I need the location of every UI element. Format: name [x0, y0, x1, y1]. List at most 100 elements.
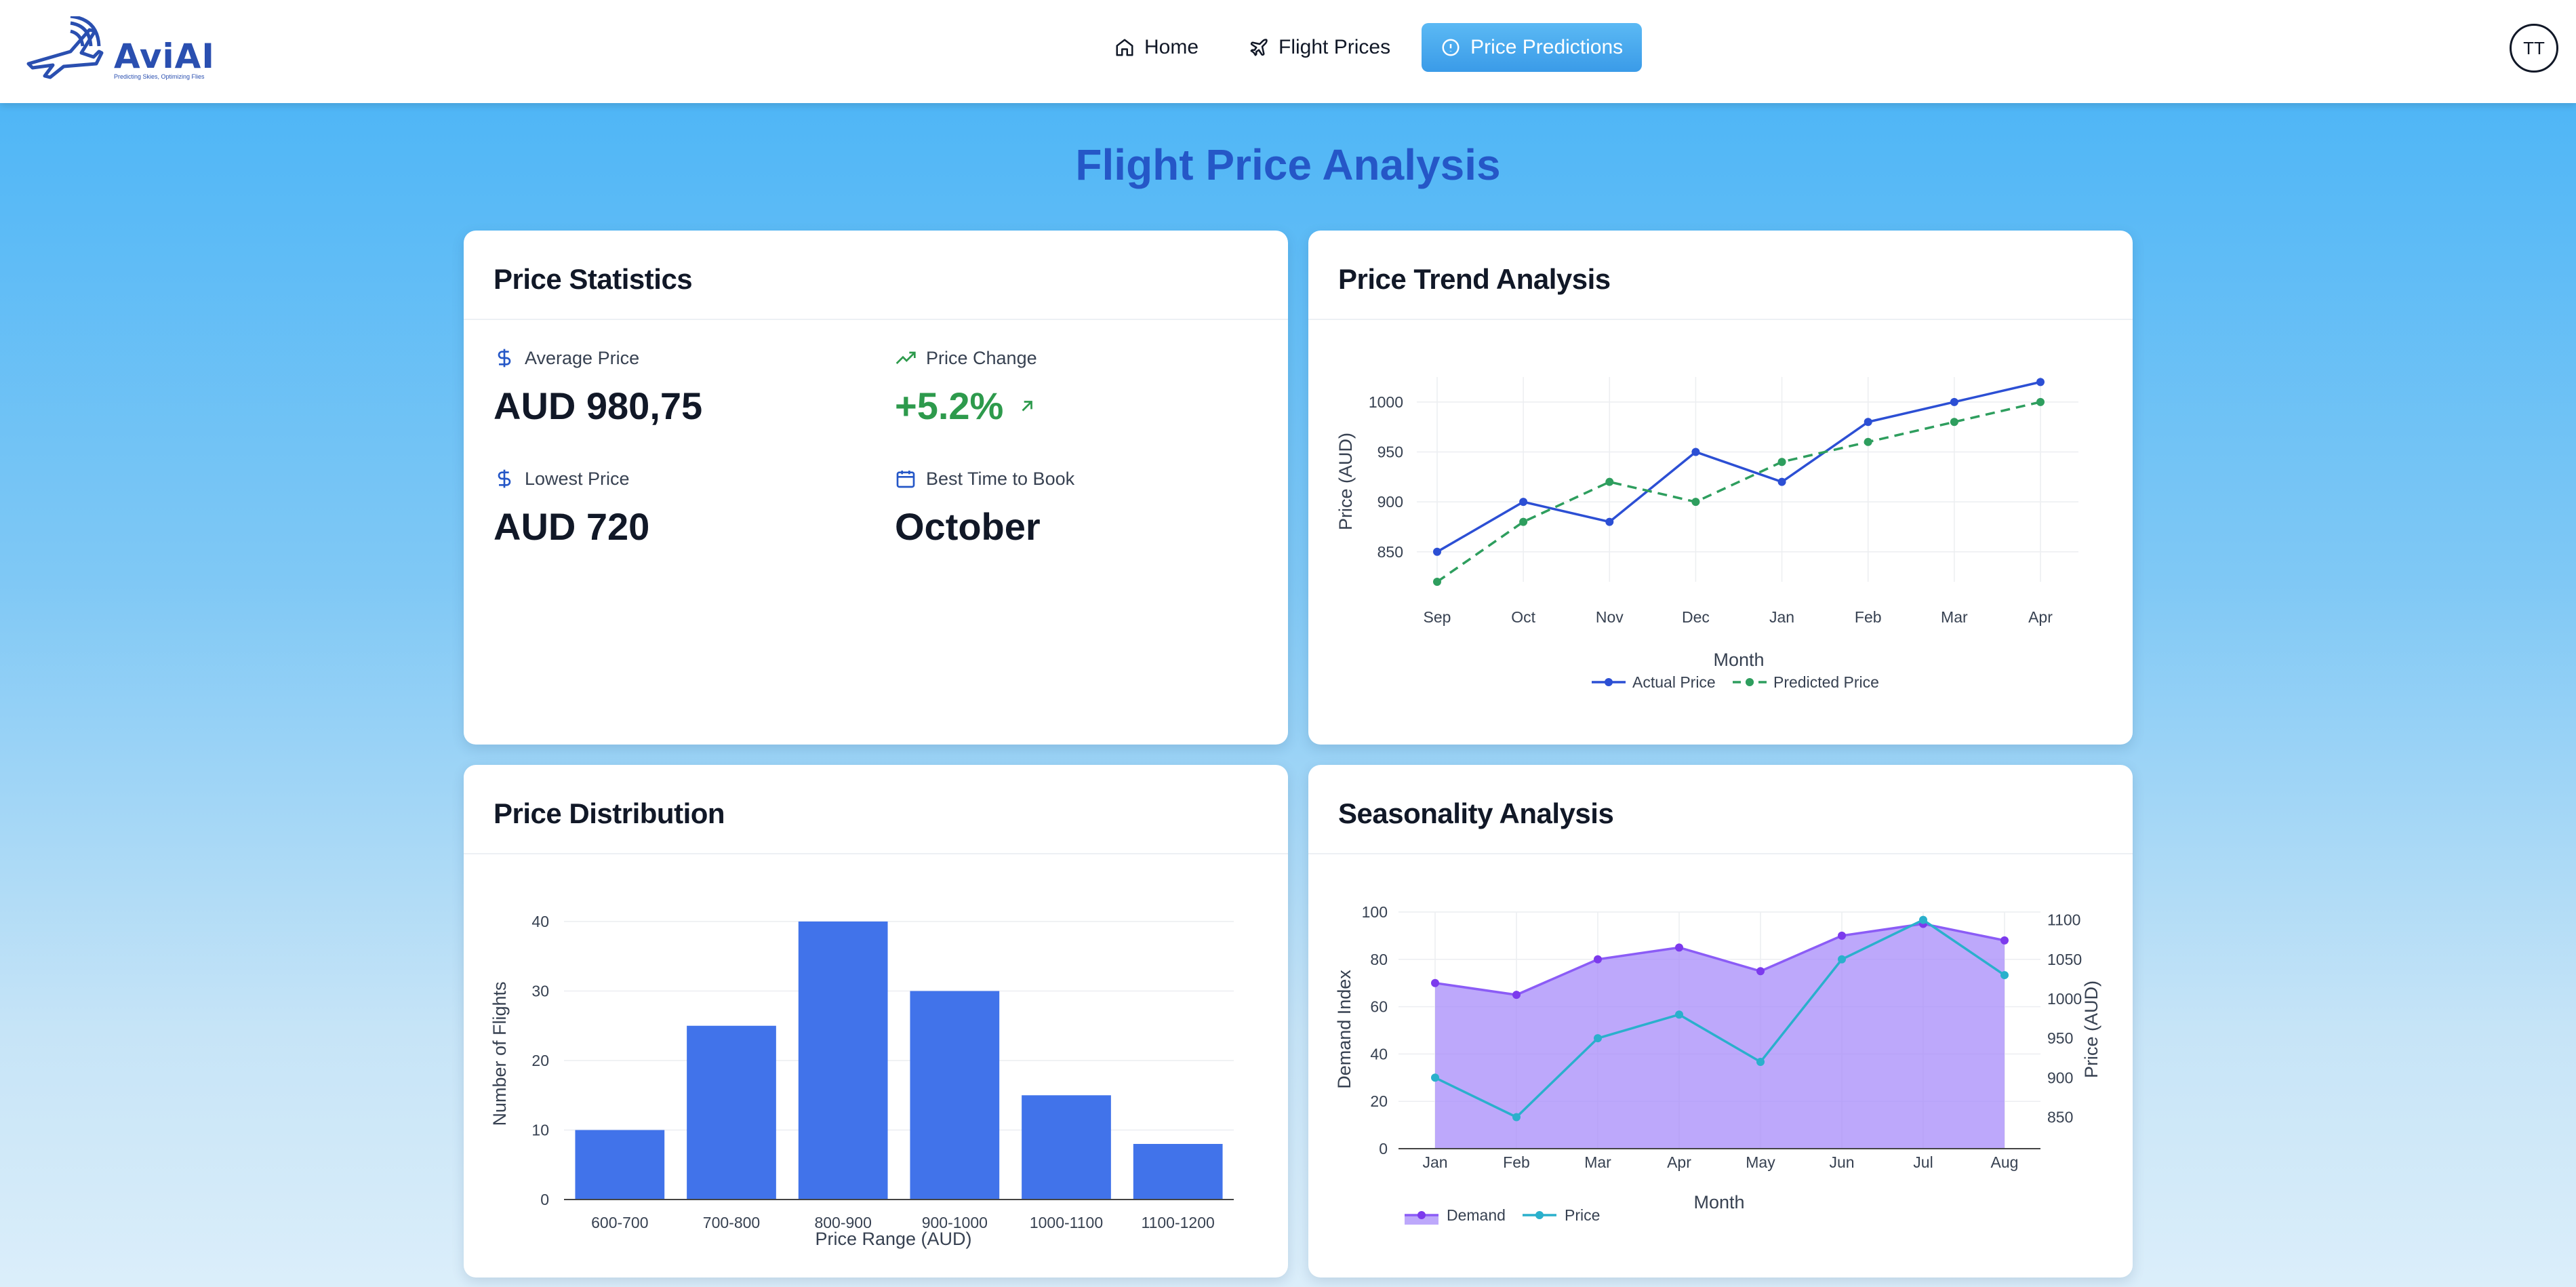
data-point: [1950, 397, 1958, 406]
bar: [910, 991, 1000, 1200]
data-point: [2000, 936, 2009, 945]
data-point: [1519, 517, 1528, 526]
y-axis-label: Price (AUD): [1335, 433, 1356, 530]
y-tick-label: 40: [531, 913, 549, 930]
plane-logo-icon: [26, 14, 104, 79]
data-point: [1431, 978, 1439, 987]
x-tick-label: Oct: [1511, 608, 1535, 626]
x-tick-label: Jan: [1422, 1153, 1447, 1171]
y-tick-label: 80: [1370, 951, 1388, 968]
home-icon: [1116, 39, 1133, 56]
price-distribution-chart: 010203040600-700 700-800 800-900 900-1000 10…: [489, 913, 1234, 1249]
x-tick-label: Jun: [1829, 1153, 1854, 1171]
data-point: [2000, 971, 2009, 980]
info-circle-icon: [1442, 39, 1460, 56]
price-distribution-card: Price Distribution 0 10 20 30 40 600-700 700-8…: [464, 765, 1288, 1278]
data-point: [1864, 437, 1872, 446]
x-tick-label: Dec: [1682, 608, 1710, 626]
data-point: [1431, 1073, 1439, 1082]
calendar-icon: [896, 471, 915, 488]
y-tick-label: 20: [1370, 1092, 1388, 1110]
x-tick-label: Jul: [1913, 1153, 1933, 1171]
bar: [1022, 1095, 1111, 1200]
data-point: [1777, 477, 1786, 486]
x-tick-label: Jan: [1769, 608, 1794, 626]
stat-lowest-price: Lowest Price AUD 720: [494, 468, 873, 549]
x-tick-label: Feb: [1855, 608, 1882, 626]
legend-marker: [1535, 1211, 1544, 1219]
stat-value: October: [895, 505, 1041, 548]
data-point: [1675, 943, 1683, 952]
dollar-icon: [498, 469, 511, 488]
data-point: [1675, 1010, 1683, 1019]
data-point: [2036, 378, 2045, 387]
data-point: [1594, 955, 1602, 964]
card-title: Price Statistics: [494, 263, 693, 295]
y-tick-label: 60: [1370, 998, 1388, 1016]
user-avatar[interactable]: TT: [2510, 24, 2558, 73]
stat-label: Best Time to Book: [926, 468, 1075, 489]
data-point: [1838, 931, 1846, 940]
y2-tick-label: 1100: [2047, 911, 2080, 929]
x-axis-label: Price Range (AUD): [815, 1229, 971, 1249]
data-point: [1756, 967, 1765, 976]
nav-home-label: Home: [1144, 36, 1199, 58]
data-point: [1605, 517, 1614, 526]
data-point: [1605, 477, 1614, 486]
trending-up-icon: [895, 351, 916, 364]
stat-value: +5.2%: [895, 384, 1274, 428]
nav-flight-prices-label: Flight Prices: [1279, 36, 1391, 58]
data-point: [1838, 955, 1846, 964]
legend-marker: [1746, 678, 1754, 686]
legend-marker: [1417, 1211, 1426, 1219]
series-line-actual-price: [1436, 380, 2041, 553]
stat-average-price: Average Price AUD 980,75: [494, 347, 873, 428]
data-point: [1519, 498, 1528, 507]
stat-label: Price Change: [926, 347, 1037, 368]
x-tick-label: Apr: [2028, 608, 2053, 626]
seasonality-chart: Jan Feb Mar Apr May Jun Jul Aug 0 20 40 60 80 100 850 9…: [1334, 903, 2101, 1225]
price-change-value: +5.2%: [895, 384, 1004, 427]
nav-flight-prices[interactable]: Flight Prices: [1230, 23, 1409, 72]
y-tick-label: 850: [1377, 543, 1403, 561]
data-point: [1777, 458, 1786, 467]
y2-tick-label: 850: [2047, 1108, 2073, 1126]
y2-tick-label: 1050: [2047, 951, 2082, 968]
y-tick-label: 900: [1377, 493, 1403, 511]
legend-label: Predicted Price: [1773, 673, 1879, 691]
data-point: [1512, 991, 1521, 999]
x-tick-label: Apr: [1667, 1153, 1691, 1171]
dollar-icon: [498, 349, 511, 368]
x-tick-label: Nov: [1596, 608, 1624, 626]
stat-price-change: Price Change +5.2%: [895, 347, 1274, 428]
y2-tick-label: 950: [2047, 1029, 2073, 1047]
y-tick-label: 40: [1370, 1045, 1388, 1063]
x-tick-label: 700-800: [703, 1214, 760, 1231]
data-point: [1919, 915, 1927, 924]
aviai-logo[interactable]: AviAI Predicting Skies, Optimizing Flies: [23, 14, 214, 81]
data-point: [1433, 578, 1441, 586]
nav-price-predictions[interactable]: Price Predictions: [1422, 23, 1643, 72]
y-tick-label: 30: [531, 983, 549, 1000]
stat-label: Average Price: [525, 347, 640, 368]
main-nav: Home Flight Prices Price Predictions: [1095, 23, 1643, 72]
price-trend-chart: Sep Oct Nov Dec Jan Feb Mar Apr 850 900 950 1000 Mon…: [1335, 377, 2078, 691]
x-tick-label: 1100-1200: [1142, 1214, 1215, 1231]
x-tick-label: Feb: [1503, 1153, 1530, 1171]
seasonality-card: Seasonality Analysis Jan Feb Mar Apr May Jun J…: [1308, 765, 2133, 1278]
x-tick-label: May: [1746, 1153, 1775, 1171]
legend-label: Demand: [1447, 1206, 1506, 1224]
stat-value: AUD 720: [494, 505, 650, 548]
divider: [464, 319, 1288, 320]
data-point: [1512, 1113, 1521, 1122]
arrow-up-right-icon: [1022, 400, 1033, 411]
x-tick-label: Sep: [1424, 608, 1451, 626]
x-tick-label: Mar: [1941, 608, 1968, 626]
y2-tick-label: 1000: [2047, 990, 2082, 1008]
y-tick-label: 950: [1377, 443, 1403, 460]
y-tick-label: 1000: [1369, 393, 1403, 411]
nav-home[interactable]: Home: [1095, 23, 1217, 72]
price-statistics-card: Price Statistics Average Price AUD 980,7…: [464, 231, 1288, 745]
stat-best-time: Best Time to Book October: [895, 468, 1274, 549]
x-axis-label: Month: [1713, 650, 1764, 670]
